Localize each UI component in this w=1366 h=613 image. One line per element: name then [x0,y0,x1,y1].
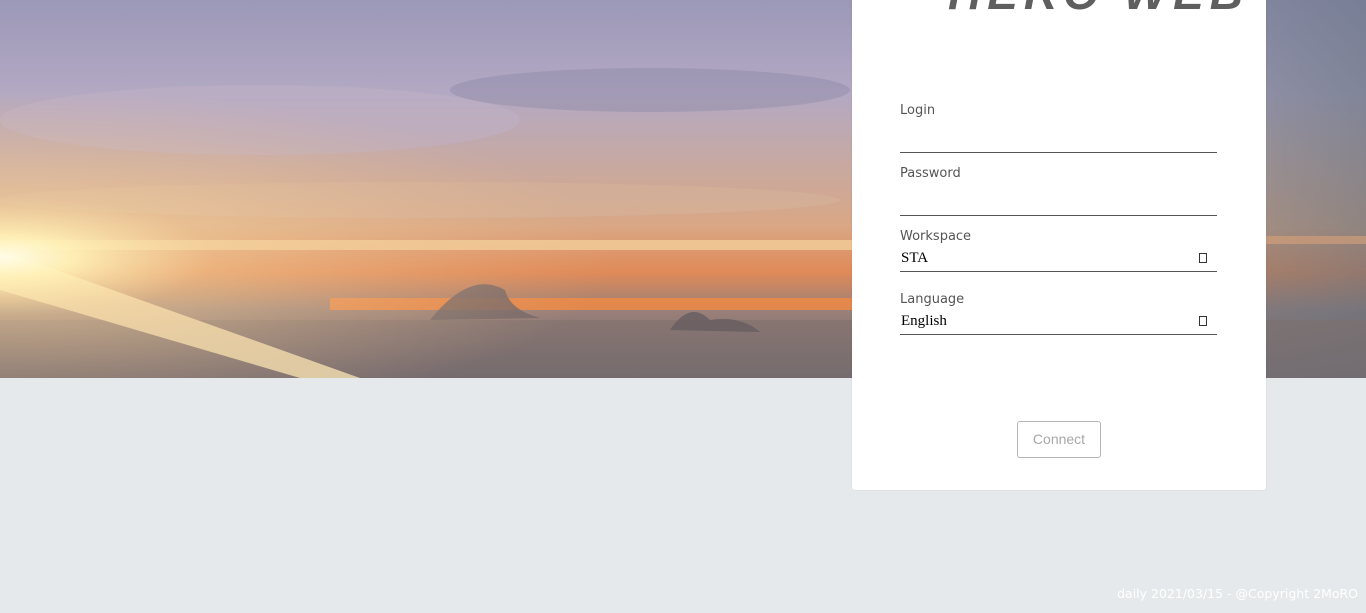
language-select[interactable]: English [900,310,1217,335]
workspace-value: STA [901,250,929,266]
password-input[interactable] [900,191,1217,216]
language-value: English [901,313,947,329]
password-label: Password [900,166,961,181]
circle-logo-icon [886,0,942,12]
logo-text: HERO WEBB [948,0,1246,12]
language-label: Language [900,292,965,307]
footer-copyright: daily 2021/03/15 - @Copyright 2MoRO [1117,586,1358,601]
workspace-select[interactable]: STA [900,247,1217,272]
workspace-field: Workspace STA [900,228,1217,272]
login-label: Login [900,103,936,118]
login-card: HERO WEBB Login Password Workspace STA L… [852,0,1266,490]
login-field: Login [900,102,1217,153]
workspace-label: Workspace [900,229,972,244]
dropdown-arrow-icon [1199,316,1207,326]
dropdown-arrow-icon [1199,253,1207,263]
app-logo: HERO WEBB [886,0,1246,12]
connect-button[interactable]: Connect [1017,421,1101,458]
language-field: Language English [900,291,1217,335]
login-input[interactable] [900,128,1217,153]
password-field: Password [900,165,1217,216]
